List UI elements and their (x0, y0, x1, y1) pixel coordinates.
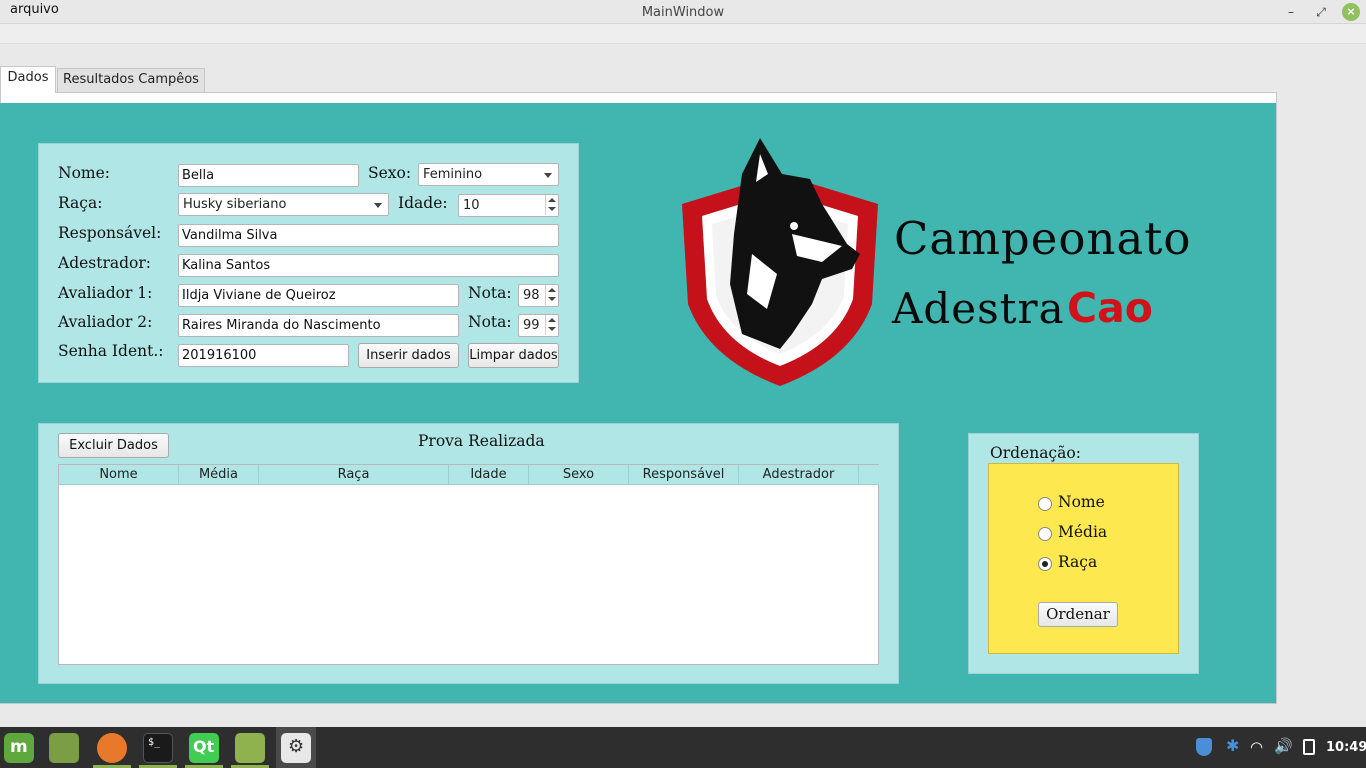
menu-arquivo[interactable]: arquivo (10, 2, 59, 17)
radio-raca[interactable] (1038, 557, 1052, 571)
ordenar-button[interactable]: Ordenar (1038, 602, 1118, 627)
adestrador-input[interactable]: Kalina Santos (178, 254, 559, 277)
close-button[interactable]: × (1342, 3, 1360, 21)
firefox-icon[interactable] (97, 733, 127, 763)
window-title: MainWindow (641, 5, 725, 20)
nota2-value: 99 (523, 318, 540, 333)
logo-title-line1: Campeonato (894, 212, 1192, 265)
sort-title: Ordenação: (990, 444, 1081, 462)
wifi-icon[interactable]: ◠ (1250, 738, 1263, 756)
column-header-sexo[interactable]: Sexo (529, 465, 629, 485)
spin-down-icon[interactable] (545, 205, 558, 215)
limpar-dados-button[interactable]: Limpar dados (468, 343, 559, 368)
spin-up-icon[interactable] (545, 285, 558, 295)
logo-title-line2-red: Cao (1067, 284, 1153, 332)
nota1-label: Nota: (468, 284, 512, 302)
logo-title-line2-black: Adestra (892, 284, 1065, 333)
nota2-label: Nota: (468, 313, 512, 331)
responsavel-input[interactable]: Vandilma Silva (178, 224, 559, 247)
nome-input[interactable]: Bella (178, 164, 359, 187)
mint-menu-icon[interactable]: m (4, 733, 34, 763)
tab-resultados[interactable]: Resultados Campêos (57, 68, 205, 92)
avaliador2-label: Avaliador 2: (58, 313, 153, 331)
tab-dados[interactable]: Dados (0, 66, 56, 93)
raca-select[interactable]: Husky siberiano (178, 193, 389, 216)
senha-label: Senha Ident.: (58, 342, 164, 360)
excluir-dados-button[interactable]: Excluir Dados (58, 433, 169, 458)
nome-label: Nome: (58, 164, 110, 182)
dog-shield-logo (682, 138, 878, 386)
raca-label: Raça: (58, 194, 103, 212)
column-header-raca[interactable]: Raça (259, 465, 449, 485)
column-header-filler (859, 465, 879, 485)
raca-select-value: Husky siberiano (183, 197, 287, 212)
sexo-select[interactable]: Feminino (418, 163, 559, 186)
nota2-spinbox[interactable]: 99 (518, 314, 559, 337)
minimize-button[interactable]: – (1282, 3, 1300, 21)
clipboard-icon[interactable] (1303, 739, 1315, 755)
volume-icon[interactable]: 🔊 (1274, 737, 1293, 755)
terminal-icon[interactable]: $_ (143, 733, 173, 763)
qt-creator-icon[interactable]: Qt (189, 733, 219, 763)
inserir-dados-button[interactable]: Inserir dados (358, 343, 459, 368)
chevron-down-icon (544, 173, 552, 178)
radio-raca-label[interactable]: Raça (1058, 553, 1097, 571)
column-header-adestrador[interactable]: Adestrador (739, 465, 859, 485)
avaliador2-input[interactable]: Raires Miranda do Nascimento (178, 314, 459, 337)
avaliador1-label: Avaliador 1: (58, 284, 153, 302)
spin-down-icon[interactable] (545, 325, 558, 335)
menu-bar (0, 24, 1366, 44)
spin-up-icon[interactable] (545, 315, 558, 325)
column-header-responsavel[interactable]: Responsável (629, 465, 739, 485)
radio-media[interactable] (1038, 527, 1052, 541)
radio-media-label[interactable]: Média (1058, 523, 1107, 541)
adestrador-label: Adestrador: (58, 254, 152, 272)
clock[interactable]: 10:49 (1326, 740, 1366, 755)
column-header-nome[interactable]: Nome (59, 465, 179, 485)
show-desktop-icon[interactable] (49, 733, 79, 763)
sexo-select-value: Feminino (423, 167, 483, 182)
idade-spinbox[interactable]: 10 (458, 194, 559, 217)
radio-nome[interactable] (1038, 497, 1052, 511)
avaliador1-input[interactable]: Ildja Viviane de Queiroz (178, 284, 459, 307)
sexo-label: Sexo: (368, 164, 412, 182)
spin-down-icon[interactable] (545, 295, 558, 305)
responsavel-label: Responsável: (58, 224, 162, 242)
nota1-value: 98 (523, 288, 540, 303)
idade-value: 10 (463, 198, 480, 213)
settings-icon[interactable]: ⚙ (281, 733, 311, 763)
column-header-media[interactable]: Média (179, 465, 259, 485)
results-table[interactable] (58, 464, 879, 665)
prova-realizada-title: Prova Realizada (418, 432, 545, 450)
bluetooth-icon[interactable]: ✱ (1226, 736, 1239, 755)
nota1-spinbox[interactable]: 98 (518, 284, 559, 307)
chevron-down-icon (374, 203, 382, 208)
senha-input[interactable]: 201916100 (178, 344, 349, 367)
restore-button[interactable]: ⤢ (1312, 3, 1330, 21)
radio-nome-label[interactable]: Nome (1058, 493, 1105, 511)
spin-up-icon[interactable] (545, 195, 558, 205)
idade-label: Idade: (398, 194, 448, 212)
column-header-idade[interactable]: Idade (449, 465, 529, 485)
shield-icon[interactable] (1196, 738, 1212, 756)
files-icon[interactable] (235, 733, 265, 763)
